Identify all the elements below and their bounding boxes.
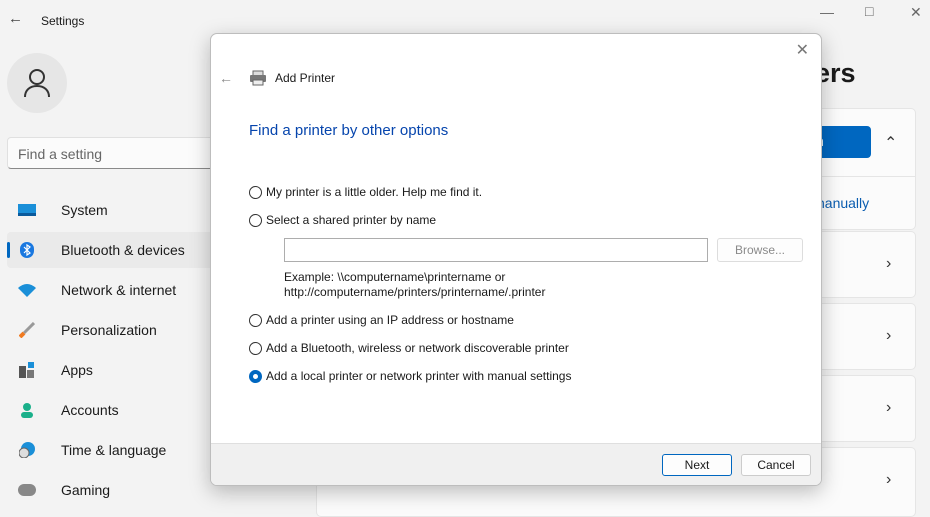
sidebar-item-label: System	[61, 202, 108, 218]
close-window-button[interactable]: ✕	[910, 4, 922, 21]
person-icon	[17, 402, 37, 418]
chevron-right-icon: ›	[886, 471, 892, 488]
chevron-up-icon[interactable]: ⌃	[884, 133, 897, 153]
sidebar-item-network-internet[interactable]: Network & internet	[7, 272, 217, 308]
sidebar-item-bluetooth-devices[interactable]: Bluetooth & devices	[7, 232, 217, 268]
option-radio[interactable]: My printer is a little older. Help me fi…	[249, 185, 482, 199]
radio-button[interactable]	[249, 341, 262, 355]
option-radio[interactable]: Add a local printer or network printer w…	[249, 369, 571, 383]
option-label: Add a local printer or network printer w…	[266, 369, 572, 383]
chevron-right-icon: ›	[886, 327, 892, 344]
next-button[interactable]: Next	[662, 454, 732, 476]
example-line: http://computername/printers/printername…	[284, 285, 546, 299]
close-dialog-button[interactable]: ✕	[796, 40, 809, 60]
option-label: Add a Bluetooth, wireless or network dis…	[266, 341, 569, 355]
bluetooth-icon	[17, 242, 37, 258]
option-label: Select a shared printer by name	[266, 213, 437, 227]
dialog-title: Add Printer	[275, 71, 336, 85]
sidebar-item-system[interactable]: System	[7, 192, 217, 228]
dialog-heading: Find a printer by other options	[249, 122, 449, 139]
option-label: Add a printer using an IP address or hos…	[266, 313, 514, 327]
chevron-right-icon: ›	[886, 255, 892, 272]
search-input[interactable]: Find a setting	[7, 137, 227, 169]
sidebar-item-personalization[interactable]: Personalization	[7, 312, 217, 348]
add-manually-link[interactable]: nanually	[817, 195, 869, 211]
chevron-right-icon: ›	[886, 399, 892, 416]
clock-globe-icon	[17, 442, 37, 458]
browse-button[interactable]: Browse...	[717, 238, 803, 262]
radio-button[interactable]	[249, 313, 262, 327]
option-radio[interactable]: Select a shared printer by name	[249, 213, 436, 227]
sidebar-item-label: Bluetooth & devices	[61, 242, 185, 258]
sidebar-item-label: Apps	[61, 362, 93, 378]
radio-button[interactable]	[249, 213, 262, 227]
sidebar-item-time-language[interactable]: Time & language	[7, 432, 217, 468]
gamepad-icon	[17, 482, 37, 498]
dialog-back-button[interactable]: ←	[219, 70, 233, 86]
radio-button[interactable]	[249, 369, 262, 383]
option-radio[interactable]: Add a printer using an IP address or hos…	[249, 313, 514, 327]
window-title: Settings	[41, 14, 85, 28]
dialog-footer: Next Cancel	[211, 443, 821, 485]
sidebar-item-label: Time & language	[61, 442, 167, 458]
selection-indicator	[7, 242, 10, 258]
shared-printer-name-input[interactable]	[284, 238, 708, 262]
printer-icon	[250, 70, 266, 86]
sidebar-item-gaming[interactable]: Gaming	[7, 472, 217, 508]
sidebar-item-label: Network & internet	[61, 282, 177, 298]
monitor-icon	[17, 202, 37, 218]
apps-icon	[17, 362, 37, 378]
add-printer-dialog: ✕ ← Add Printer Find a printer by other …	[210, 33, 822, 486]
back-button[interactable]: ←	[8, 10, 23, 27]
radio-button[interactable]	[249, 185, 262, 199]
sidebar-item-accounts[interactable]: Accounts	[7, 392, 217, 428]
brush-icon	[17, 322, 37, 338]
example-text: Example: \\computername\printername or h…	[284, 270, 545, 300]
example-line: Example: \\computername\printername or	[284, 270, 506, 284]
minimize-button[interactable]: —	[820, 4, 834, 20]
avatar[interactable]	[7, 53, 67, 113]
sidebar-item-apps[interactable]: Apps	[7, 352, 217, 388]
sidebar-item-label: Gaming	[61, 482, 111, 498]
option-radio[interactable]: Add a Bluetooth, wireless or network dis…	[249, 341, 569, 355]
sidebar-item-label: Accounts	[61, 402, 119, 418]
maximize-button[interactable]: □	[865, 3, 873, 19]
person-icon	[24, 69, 50, 98]
cancel-button[interactable]: Cancel	[741, 454, 811, 476]
wifi-icon	[17, 282, 37, 298]
sidebar-item-label: Personalization	[61, 322, 157, 338]
option-label: My printer is a little older. Help me fi…	[266, 185, 483, 199]
